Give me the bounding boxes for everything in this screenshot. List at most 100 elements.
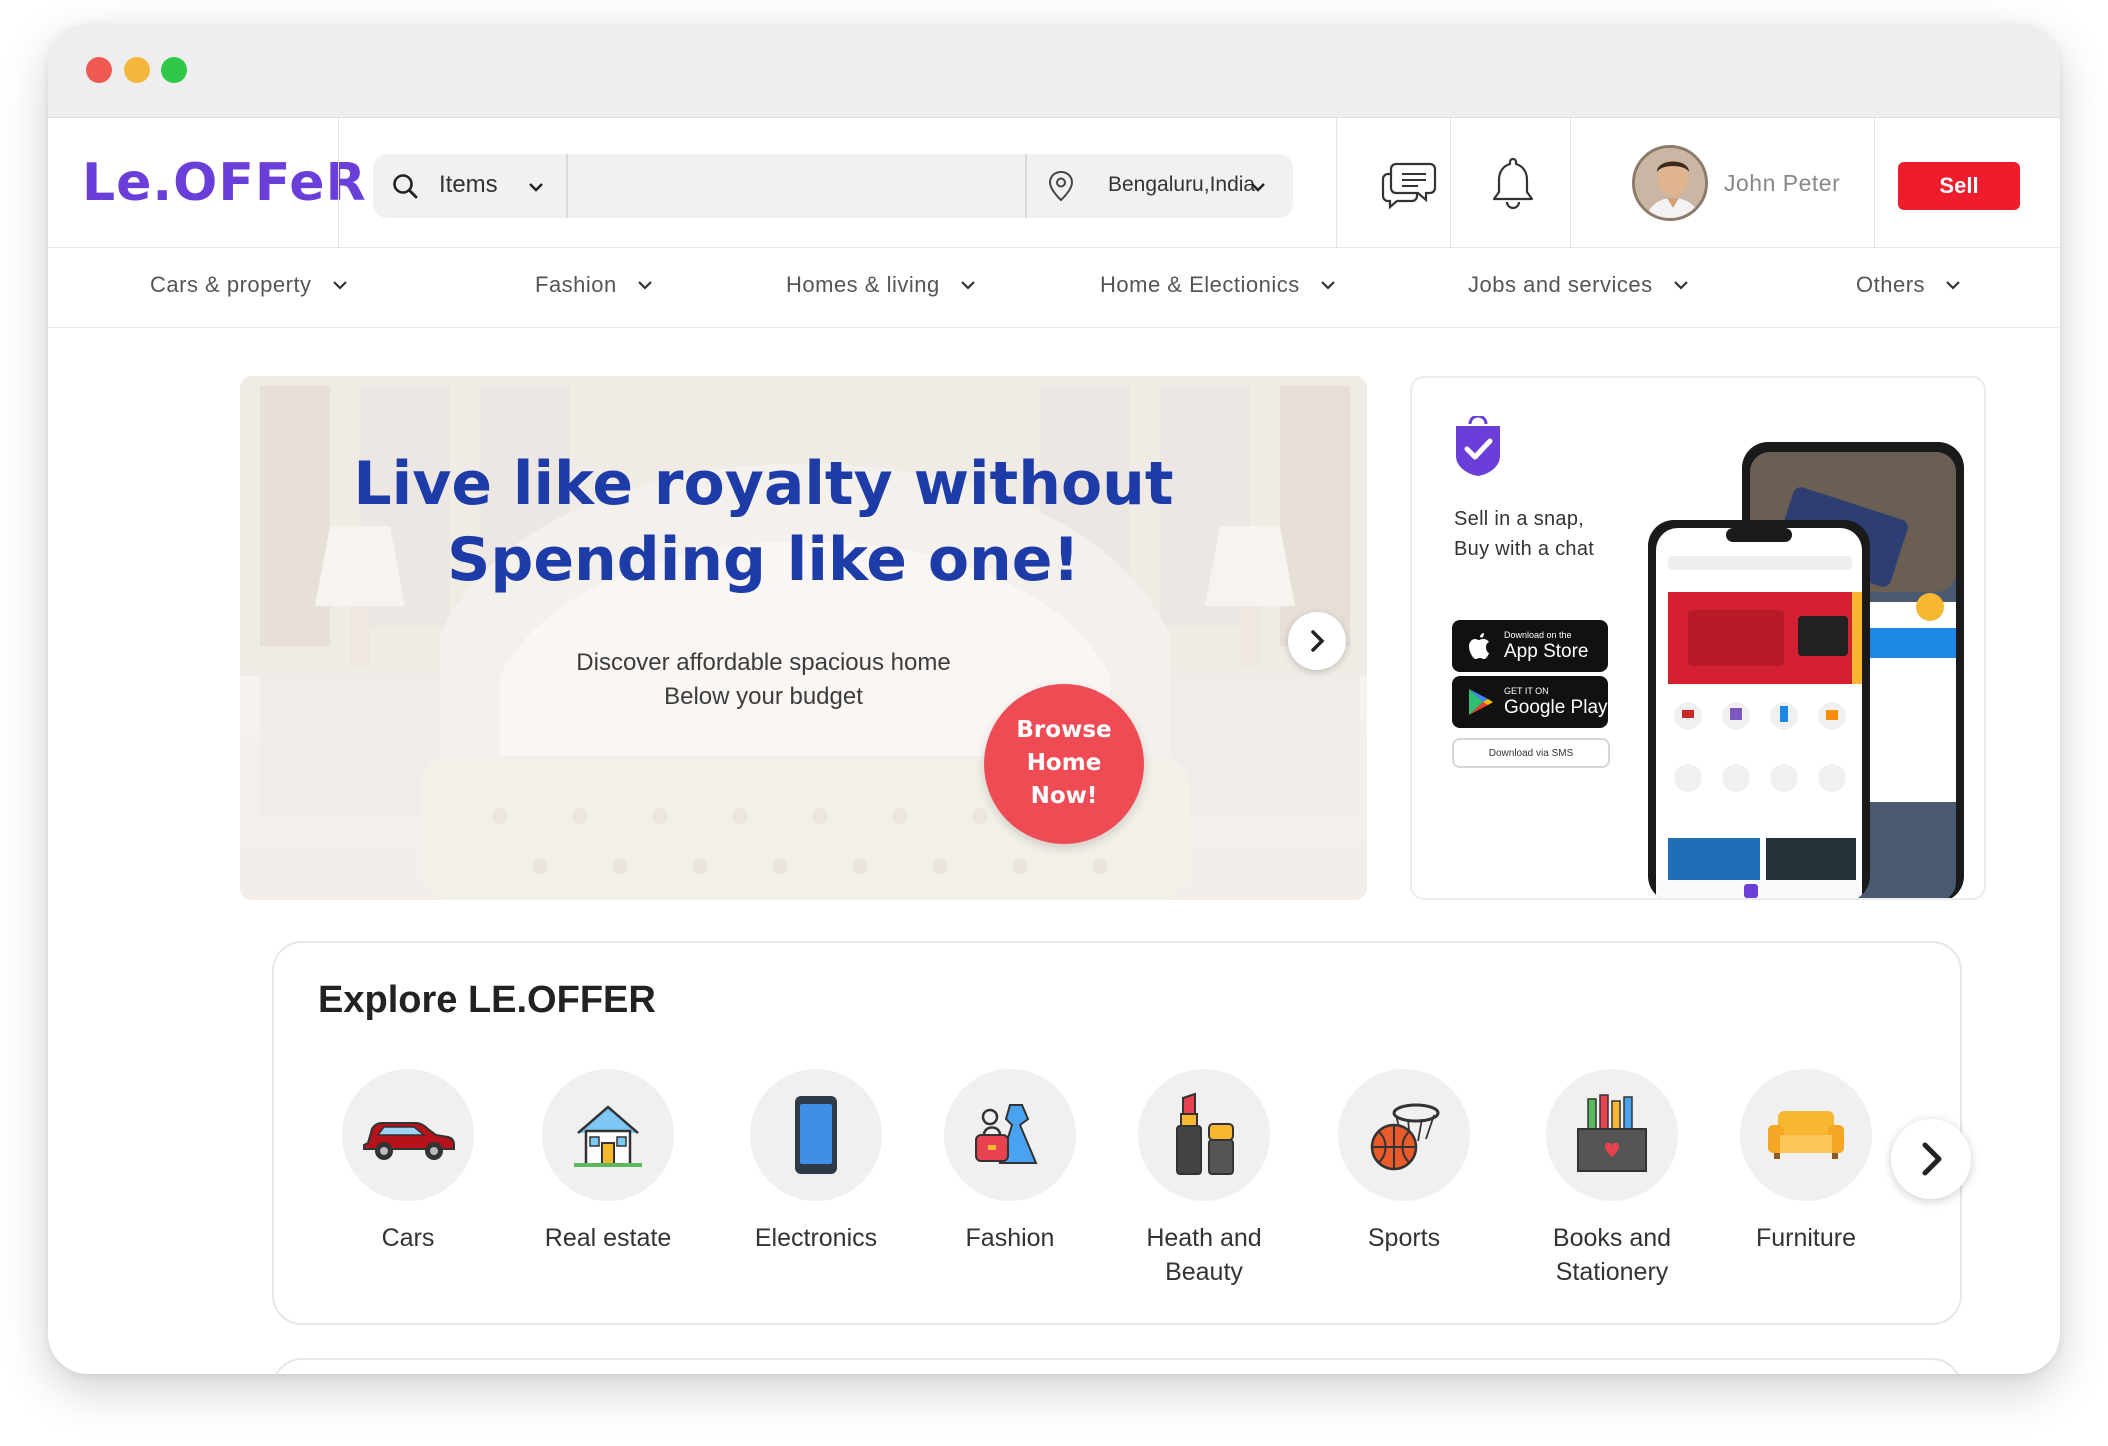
- site-header: Le.OFFeR Items Bengaluru,India John Pete…: [48, 118, 2060, 248]
- nav-homes-living[interactable]: Homes & living: [786, 272, 978, 298]
- category-icon-circle: [750, 1069, 882, 1201]
- maximize-window-button[interactable]: [161, 57, 187, 83]
- chevron-right-icon: [1311, 630, 1325, 652]
- location-pin-icon: [1048, 170, 1074, 202]
- google-play-button[interactable]: GET IT ON Google Play: [1452, 676, 1608, 728]
- store-small-text: Download on the: [1504, 629, 1572, 640]
- minimize-window-button[interactable]: [124, 57, 150, 83]
- hero-banner[interactable]: Live like royalty without Spending like …: [240, 376, 1367, 900]
- basketball-icon: [1370, 1103, 1440, 1171]
- category-cars[interactable]: Cars: [308, 1069, 508, 1255]
- close-window-button[interactable]: [86, 57, 112, 83]
- cta-line: Now!: [1030, 783, 1098, 809]
- google-play-icon: [1469, 689, 1493, 715]
- dress-icon: [975, 1104, 1038, 1164]
- store-small-text: GET IT ON: [1504, 685, 1549, 696]
- category-label: Heath and Beauty: [1146, 1224, 1262, 1286]
- category-label: Fashion: [965, 1224, 1055, 1252]
- explore-next-button[interactable]: [1891, 1119, 1971, 1199]
- pencil-box-icon: [1577, 1094, 1647, 1172]
- notifications-button[interactable]: [1468, 138, 1558, 228]
- phone-mockup-front: [1648, 520, 1870, 898]
- category-health-beauty[interactable]: Heath and Beauty: [1104, 1069, 1304, 1289]
- search-divider: [566, 154, 568, 218]
- chevron-down-icon: [1673, 281, 1688, 290]
- category-label: Electronics: [754, 1224, 878, 1252]
- chevron-down-icon[interactable]: [525, 176, 547, 198]
- category-books-stationery[interactable]: Books and Stationery: [1512, 1069, 1712, 1289]
- category-label: Cars: [381, 1224, 435, 1252]
- nav-label: Fashion: [535, 272, 617, 297]
- location-select[interactable]: Bengaluru,India: [1108, 173, 1255, 197]
- tagline-line: Buy with a chat: [1454, 538, 1595, 560]
- nav-home-electronics[interactable]: Home & Electionics: [1100, 272, 1338, 298]
- category-nav: Cars & property Fashion Homes & living H…: [48, 248, 2060, 328]
- category-icon-circle: [1740, 1069, 1872, 1201]
- app-promo-card: Sell in a snap, Buy with a chat Download…: [1410, 376, 1986, 900]
- nav-fashion[interactable]: Fashion: [535, 272, 655, 298]
- category-sports[interactable]: Sports: [1304, 1069, 1504, 1255]
- browser-window: Le.OFFeR Items Bengaluru,India John Pete…: [48, 24, 2060, 1374]
- chevron-down-icon: [960, 281, 975, 290]
- browse-home-button[interactable]: Browse Home Now!: [984, 684, 1144, 844]
- shield-check-icon: [1456, 416, 1500, 476]
- promo-tagline: Sell in a snap, Buy with a chat: [1454, 504, 1594, 564]
- house-icon: [574, 1105, 642, 1167]
- download-via-sms-button[interactable]: Download via SMS: [1452, 738, 1610, 768]
- category-furniture[interactable]: Furniture: [1706, 1069, 1906, 1255]
- chat-button[interactable]: [1364, 138, 1454, 228]
- cta-line: Home: [1026, 750, 1102, 776]
- store-big-text: Google Play: [1504, 696, 1608, 718]
- hero-title-line1: Live like royalty without: [353, 449, 1174, 519]
- sell-button[interactable]: Sell: [1898, 162, 2020, 210]
- app-store-button[interactable]: Download on the App Store: [1452, 620, 1608, 672]
- chevron-down-icon[interactable]: [1247, 176, 1269, 198]
- apple-icon: [1469, 633, 1489, 659]
- chevron-down-icon: [638, 281, 652, 290]
- category-electronics[interactable]: Electronics: [716, 1069, 916, 1255]
- nav-cars-property[interactable]: Cars & property: [150, 272, 350, 298]
- search-bar: Items Bengaluru,India: [373, 154, 1293, 218]
- category-icon-circle: [1546, 1069, 1678, 1201]
- cta-line: Browse: [1016, 717, 1112, 743]
- category-real-estate[interactable]: Real estate: [508, 1069, 708, 1255]
- phone-icon: [795, 1096, 837, 1174]
- nav-label: Others: [1856, 272, 1926, 297]
- nav-label: Cars & property: [150, 272, 312, 297]
- car-icon: [363, 1122, 455, 1160]
- hero-subtitle-line2: Below your budget: [664, 683, 863, 710]
- category-icon-circle: [542, 1069, 674, 1201]
- search-icon[interactable]: [391, 172, 419, 200]
- search-divider: [1025, 154, 1027, 218]
- explore-section: Explore LE.OFFER Cars Real estate Electr…: [272, 941, 1971, 1325]
- header-divider: [1336, 118, 1337, 248]
- category-fashion[interactable]: Fashion: [910, 1069, 1110, 1255]
- search-input[interactable]: [573, 162, 1023, 210]
- header-divider: [1450, 118, 1451, 248]
- category-icon-circle: [1138, 1069, 1270, 1201]
- header-divider: [338, 118, 339, 248]
- user-profile[interactable]: John Peter: [1632, 138, 1840, 228]
- bell-icon: [1492, 157, 1534, 210]
- category-label: Real estate: [544, 1224, 672, 1252]
- tagline-line: Sell in a snap,: [1454, 508, 1585, 530]
- next-section-card: [272, 1358, 1962, 1374]
- category-icon-circle: [342, 1069, 474, 1201]
- avatar[interactable]: [1632, 145, 1708, 221]
- site-logo[interactable]: Le.OFFeR: [82, 148, 367, 218]
- nav-jobs-services[interactable]: Jobs and services: [1468, 272, 1691, 298]
- logo-text: Le.OFFeR: [82, 153, 367, 213]
- nav-label: Jobs and services: [1468, 272, 1653, 297]
- nav-others[interactable]: Others: [1856, 272, 1963, 298]
- lipstick-icon: [1176, 1092, 1234, 1175]
- chevron-down-icon: [332, 281, 347, 290]
- nav-label: Home & Electionics: [1100, 272, 1300, 297]
- chevron-down-icon: [1320, 281, 1335, 290]
- store-big-text: App Store: [1504, 640, 1589, 662]
- user-name[interactable]: John Peter: [1724, 170, 1840, 197]
- hero-next-button[interactable]: [1288, 612, 1346, 670]
- chevron-right-icon: [1922, 1142, 1942, 1176]
- header-divider: [1874, 118, 1875, 248]
- search-category-select[interactable]: Items: [439, 171, 498, 199]
- header-divider: [1570, 118, 1571, 248]
